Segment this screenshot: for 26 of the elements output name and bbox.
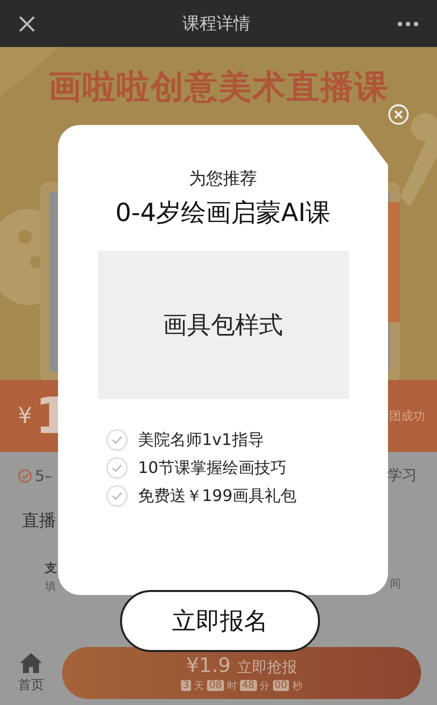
signup-button[interactable]: ¥1.9 立即抢报 3 天 08 时 48 分 00 秒 — [62, 646, 421, 698]
section-title: 直播 — [22, 511, 56, 531]
home-icon[interactable] — [19, 652, 43, 674]
page-title: 课程详情 — [182, 13, 250, 35]
placeholder-text: 画具包样式 — [163, 310, 283, 341]
countdown-timer: 3 天 08 时 48 分 00 秒 — [180, 679, 302, 692]
check-icon — [18, 468, 32, 482]
tab-label[interactable]: 首页 — [18, 676, 44, 694]
check-icon — [106, 457, 128, 479]
step-title: 支 — [45, 560, 57, 577]
benefit-text: 美院名师1v1指导 — [138, 430, 264, 450]
benefit-text: 免费送￥199画具礼包 — [138, 486, 297, 506]
check-icon — [106, 429, 128, 451]
check-icon — [106, 485, 128, 507]
group-note: 团成功 — [389, 408, 425, 424]
step-hint: 填 — [45, 579, 56, 594]
step-hint: 间 — [390, 576, 401, 591]
modal-title: 0-4岁绘画启蒙AI课 — [115, 197, 331, 229]
feature-text: 5– — [35, 466, 52, 484]
feature-text: 学习 — [387, 466, 417, 485]
close-icon[interactable] — [18, 14, 36, 32]
currency-sign: ¥ — [18, 404, 32, 428]
more-icon[interactable] — [397, 20, 419, 26]
modal-subtitle: 为您推荐 — [189, 168, 257, 190]
benefit-text: 10节课掌握绘画技巧 — [138, 458, 286, 478]
register-button[interactable]: 立即报名 — [120, 590, 320, 652]
